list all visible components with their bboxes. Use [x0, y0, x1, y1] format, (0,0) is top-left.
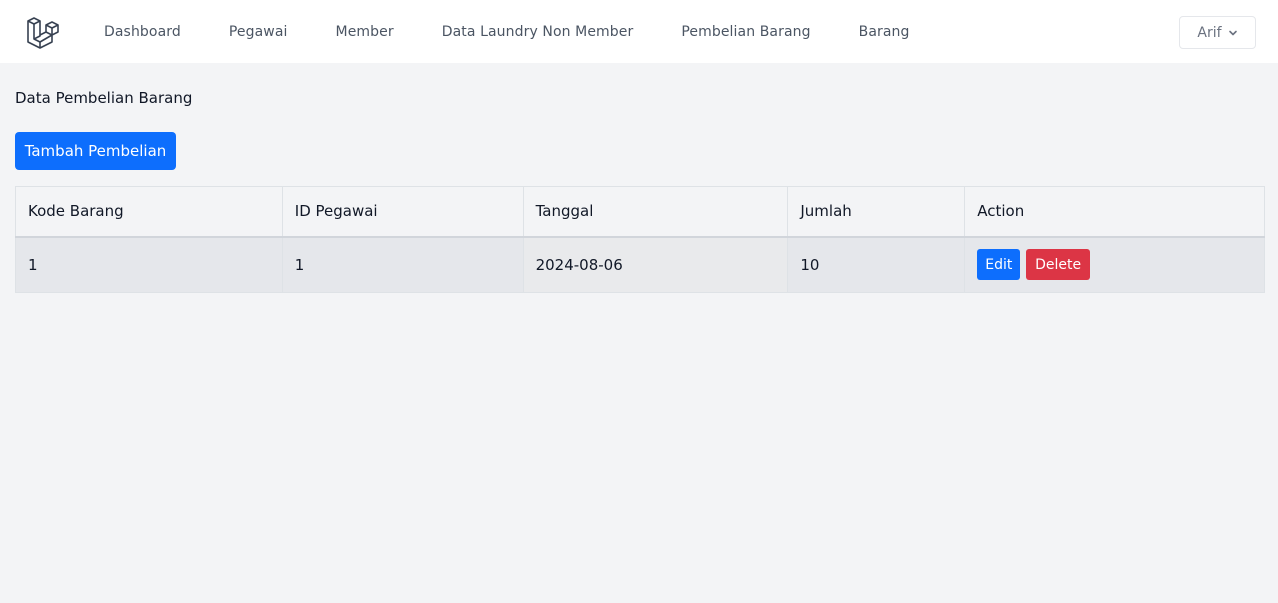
- cell-kode-barang: 1: [15, 236, 283, 293]
- header-action: Action: [964, 186, 1265, 238]
- user-dropdown-button[interactable]: Arif: [1179, 16, 1256, 49]
- pembelian-table: Kode Barang ID Pegawai Tanggal Jumlah Ac…: [15, 186, 1265, 293]
- header-jumlah: Jumlah: [787, 186, 966, 238]
- nav-item-pegawai[interactable]: Pegawai: [229, 24, 288, 40]
- nav-item-barang[interactable]: Barang: [859, 24, 910, 40]
- cell-jumlah: 10: [787, 236, 966, 293]
- delete-button[interactable]: Delete: [1026, 249, 1091, 281]
- nav-item-data-laundry-non-member[interactable]: Data Laundry Non Member: [442, 24, 634, 40]
- cell-id-pegawai: 1: [281, 236, 524, 293]
- header-id-pegawai: ID Pegawai: [281, 186, 524, 238]
- nav-item-dashboard[interactable]: Dashboard: [104, 24, 181, 40]
- page-title: Data Pembelian Barang: [15, 89, 193, 107]
- user-name: Arif: [1197, 24, 1222, 41]
- top-navbar: Dashboard Pegawai Member Data Laundry No…: [0, 0, 1278, 64]
- nav-links: Dashboard Pegawai Member Data Laundry No…: [104, 0, 958, 64]
- edit-button[interactable]: Edit: [977, 249, 1021, 281]
- cell-tanggal: 2024-08-06: [522, 236, 789, 293]
- tambah-pembelian-button[interactable]: Tambah Pembelian: [15, 132, 176, 170]
- nav-item-member[interactable]: Member: [336, 24, 394, 40]
- laravel-logo-icon[interactable]: [26, 15, 60, 49]
- table-row: 1 1 2024-08-06 10 Edit Delete: [15, 236, 1265, 293]
- cell-action: Edit Delete: [964, 236, 1265, 293]
- header-kode-barang: Kode Barang: [15, 186, 283, 238]
- nav-item-pembelian-barang[interactable]: Pembelian Barang: [681, 24, 810, 40]
- header-tanggal: Tanggal: [522, 186, 789, 238]
- chevron-down-icon: [1228, 30, 1237, 35]
- table-header-row: Kode Barang ID Pegawai Tanggal Jumlah Ac…: [15, 186, 1265, 238]
